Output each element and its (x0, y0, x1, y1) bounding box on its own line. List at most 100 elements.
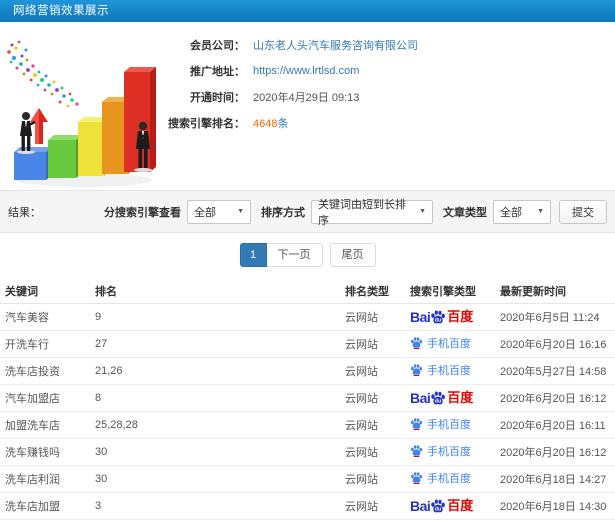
next-page-button[interactable]: 下一页 (266, 243, 323, 267)
baidu-logo-latin: Bai (410, 308, 431, 325)
open-time-value: 2020年4月29日 09:13 (253, 92, 360, 104)
engine-filter-select[interactable]: 全部 ▼ (187, 199, 251, 224)
promo-url-row: 推广地址： https://www.lrtlsd.com (150, 58, 418, 84)
rank-type-cell: 云网站 (345, 465, 410, 493)
page-number-current[interactable]: 1 (239, 243, 267, 267)
up-arrow-icon (30, 108, 48, 144)
rank-cell[interactable]: 27 (95, 330, 345, 358)
table-row: 洗车赚钱吗 30 云网站 手机百度 2020年6月20日 16:12 (0, 438, 615, 466)
baidu-paw-icon: du (431, 499, 446, 512)
confetti-dots (7, 40, 79, 108)
baidu-logo-latin: Bai (410, 389, 431, 406)
baidu-logo: Bai du 百度 (410, 309, 473, 325)
header-row: 关键词 排名 排名类型 搜索引擎类型 最新更新时间 (0, 279, 615, 304)
rank-cell[interactable]: 8 (95, 384, 345, 412)
keyword-cell: 洗车店利润 (0, 465, 95, 493)
svg-text:du: du (435, 506, 442, 512)
baidu-paw-icon (411, 445, 423, 458)
rank-type-cell: 云网站 (345, 303, 410, 331)
search-engine-cell: 手机百度 (410, 357, 500, 385)
updated-time-cell: 2020年6月20日 16:12 (500, 438, 615, 466)
article-type-select[interactable]: 全部 ▼ (493, 199, 551, 224)
header-rank: 排名 (95, 279, 345, 304)
chevron-down-icon: ▼ (419, 208, 426, 215)
rank-cell[interactable]: 30 (95, 465, 345, 493)
mobile-baidu-logo: 手机百度 (410, 470, 471, 486)
article-type-label: 文章类型 (443, 206, 487, 219)
table-row: 洗车店利润 30 云网站 手机百度 2020年6月18日 14:27 (0, 465, 615, 493)
baidu-paw-icon (411, 472, 423, 485)
results-table-head: 关键词 排名 排名类型 搜索引擎类型 最新更新时间 (0, 279, 615, 304)
engine-filter-label: 分搜索引擎查看 (104, 206, 181, 219)
baidu-logo: Bai du 百度 (410, 498, 473, 514)
mobile-baidu-label: 手机百度 (427, 445, 471, 458)
rank-cell[interactable]: 30 (95, 438, 345, 466)
baidu-paw-icon: du (431, 310, 446, 323)
keyword-cell: 洗车赚钱吗 (0, 438, 95, 466)
search-engine-cell: Bai du 百度 (410, 492, 500, 520)
search-engine-cell: 手机百度 (410, 465, 500, 493)
sort-filter-select[interactable]: 关键词由短到长排序 ▼ (311, 199, 433, 227)
company-row: 会员公司： 山东老人头汽车服务咨询有限公司 (150, 32, 418, 58)
last-page-button[interactable]: 尾页 (329, 243, 376, 267)
svg-text:du: du (435, 317, 442, 323)
engine-rank-label: 搜索引擎排名： (168, 118, 245, 130)
baidu-logo-cn: 百度 (447, 389, 474, 405)
rank-cell[interactable]: 9 (95, 303, 345, 331)
header-keyword: 关键词 (0, 279, 95, 304)
promo-url-link[interactable]: https://www.lrtlsd.com (253, 65, 359, 77)
keyword-cell: 洗车店加盟 (0, 492, 95, 520)
member-info-section: 会员公司： 山东老人头汽车服务咨询有限公司 推广地址： https://www.… (0, 22, 615, 190)
baidu-paw-icon: du (431, 391, 446, 404)
rank-cell[interactable]: 21,26 (95, 357, 345, 385)
baidu-logo-cn: 百度 (447, 308, 474, 324)
promo-url-label: 推广地址： (190, 66, 245, 78)
updated-time-cell: 2020年6月20日 16:11 (500, 411, 615, 439)
results-table-body: 汽车美容 9 云网站 Bai du 百度 2020年6月5日 11:24 开洗车行 27 云网站手… (0, 303, 615, 520)
company-link[interactable]: 山东老人头汽车服务咨询有限公司 (253, 37, 418, 53)
page-title-bar: 网络营销效果展示 (0, 0, 615, 22)
updated-time-cell: 2020年6月18日 14:27 (500, 465, 615, 493)
svg-text:du: du (435, 398, 442, 404)
submit-button[interactable]: 提交 (559, 199, 607, 224)
search-engine-cell: 手机百度 (410, 411, 500, 439)
table-row: 汽车美容 9 云网站 Bai du 百度 2020年6月5日 11:24 (0, 303, 615, 331)
mobile-baidu-label: 手机百度 (427, 472, 471, 485)
engine-rank-count: 4648 (253, 118, 278, 130)
rank-type-cell: 云网站 (345, 438, 410, 466)
rank-type-cell: 云网站 (345, 411, 410, 439)
engine-filter-value: 全部 (194, 206, 216, 219)
header-engine-type: 搜索引擎类型 (410, 279, 500, 304)
article-type-value: 全部 (500, 206, 522, 219)
updated-time-cell: 2020年6月18日 14:30 (500, 492, 615, 520)
rank-cell[interactable]: 25,28,28 (95, 411, 345, 439)
search-engine-cell: Bai du 百度 (410, 303, 500, 331)
keyword-cell: 洗车店投资 (0, 357, 95, 385)
header-rank-type: 排名类型 (345, 279, 410, 304)
baidu-paw-icon (411, 418, 423, 431)
sort-filter-value: 关键词由短到长排序 (318, 198, 406, 227)
rank-cell[interactable]: 3 (95, 492, 345, 520)
updated-time-cell: 2020年6月5日 11:24 (500, 303, 615, 331)
engine-rank-value: 4648条 (253, 115, 288, 131)
mobile-baidu-label: 手机百度 (427, 337, 471, 350)
open-time-label: 开通时间： (190, 92, 245, 104)
result-label: 结果： (8, 206, 41, 219)
member-info-panel: 会员公司： 山东老人头汽车服务咨询有限公司 推广地址： https://www.… (150, 32, 418, 136)
table-row: 开洗车行 27 云网站 手机百度 2020年6月20日 16:16 (0, 330, 615, 358)
rank-type-cell: 云网站 (345, 384, 410, 412)
baidu-logo-latin: Bai (410, 497, 431, 514)
rank-type-cell: 云网站 (345, 492, 410, 520)
engine-rank-unit: 条 (277, 118, 289, 130)
keyword-cell: 开洗车行 (0, 330, 95, 358)
keyword-cell: 加盟洗车店 (0, 411, 95, 439)
chevron-down-icon: ▼ (237, 208, 244, 215)
baidu-logo: Bai du 百度 (410, 390, 473, 406)
mobile-baidu-logo: 手机百度 (410, 362, 471, 378)
keyword-cell: 汽车加盟店 (0, 384, 95, 412)
table-row: 洗车店加盟 3 云网站 Bai du 百度 2020年6月18日 14:30 (0, 492, 615, 520)
search-engine-cell: 手机百度 (410, 438, 500, 466)
table-row: 加盟洗车店 25,28,28 云网站 手机百度 2020年6月20日 16:11 (0, 411, 615, 439)
page-title: 网络营销效果展示 (13, 5, 109, 17)
rank-type-cell: 云网站 (345, 357, 410, 385)
